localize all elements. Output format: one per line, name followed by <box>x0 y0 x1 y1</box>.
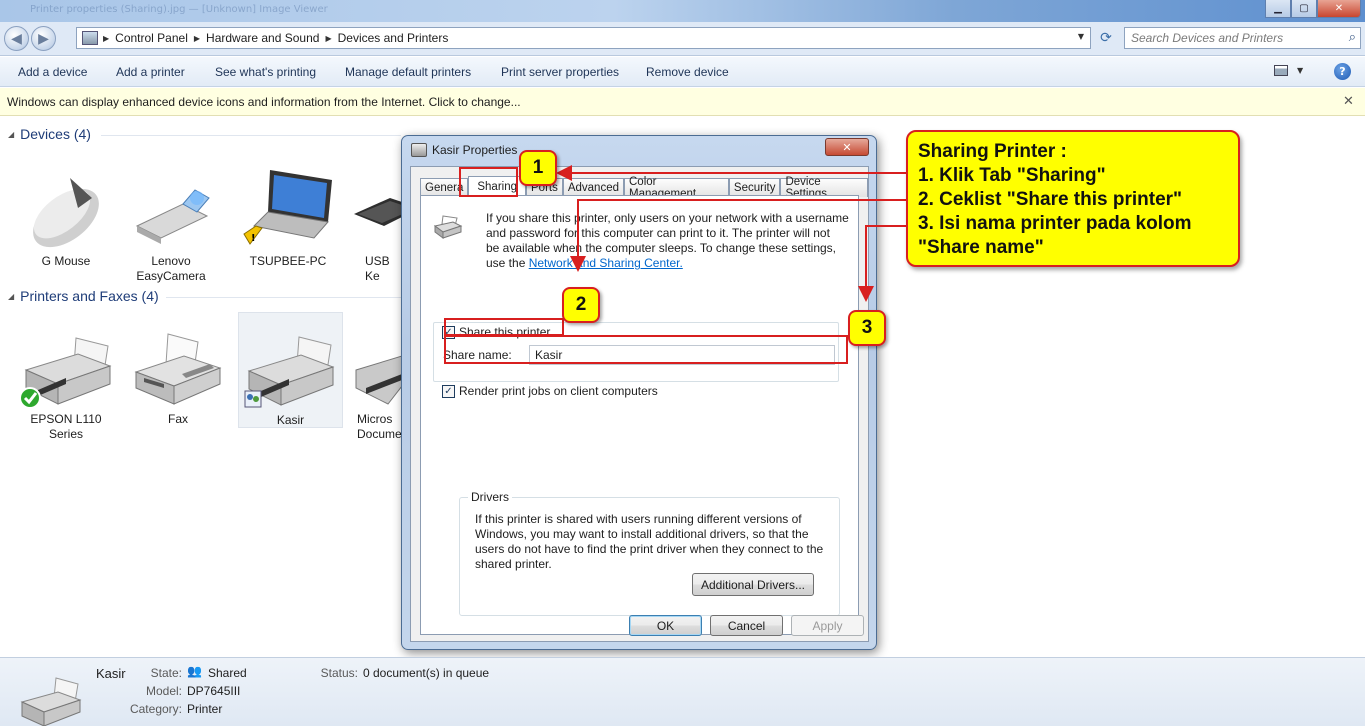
callout-line-4: 3. Isi nama printer pada kolom <box>918 213 1192 234</box>
details-name: Kasir <box>96 666 126 681</box>
details-pane: Kasir State: 👥 Shared Model: DP7645III C… <box>0 657 1365 726</box>
callout-line-5: "Share name" <box>918 237 1044 258</box>
arrow-to-share-name <box>858 225 906 302</box>
details-category-label: Category: <box>129 702 182 716</box>
shared-users-icon: 👥 <box>187 664 202 678</box>
details-state-label: State: <box>150 666 182 680</box>
step-badge-3: 3 <box>848 310 886 346</box>
details-state-value: Shared <box>208 666 247 680</box>
step-badge-2: 2 <box>562 287 600 323</box>
highlight-sharing-tab <box>459 167 518 197</box>
callout-line-2: 1. Klik Tab "Sharing" <box>918 165 1106 186</box>
callout-line-3: 2. Ceklist "Share this printer" <box>918 189 1183 210</box>
printer-icon <box>20 677 82 726</box>
details-model-value: DP7645III <box>187 684 241 698</box>
details-category-value: Printer <box>187 702 223 716</box>
details-model-label: Model: <box>145 684 182 698</box>
arrow-to-share-checkbox <box>570 199 906 272</box>
instruction-callout: Sharing Printer : 1. Klik Tab "Sharing" … <box>906 130 1240 267</box>
highlight-share-name <box>444 335 848 364</box>
details-status-label: Status: <box>320 666 358 680</box>
step-badge-1: 1 <box>519 150 557 186</box>
highlight-share-checkbox <box>444 318 564 336</box>
details-status-value: 0 document(s) in queue <box>363 666 490 680</box>
callout-line-1: Sharing Printer : <box>918 141 1067 162</box>
